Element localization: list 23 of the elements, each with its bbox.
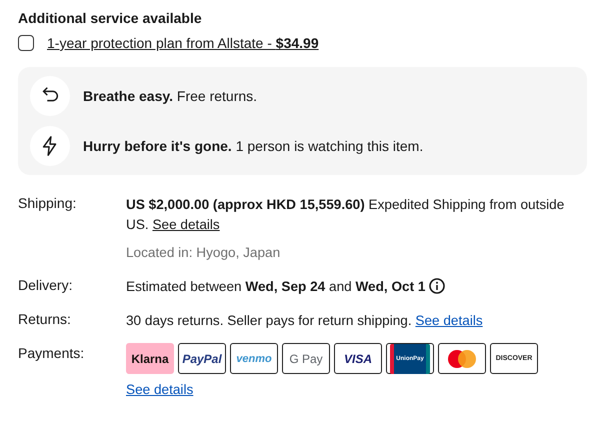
info-icon[interactable] <box>429 278 446 294</box>
payment-logo: G Pay <box>282 343 330 374</box>
detail-text: 30 days returns. Seller pays for return shipping. See details <box>126 312 484 330</box>
payment-logo: VISA <box>334 343 382 374</box>
section-title: Additional service available <box>18 10 203 26</box>
payment-logo: Klarna <box>126 343 174 374</box>
highlight-text: Breathe easy. Free returns. <box>83 88 258 104</box>
see-details-link[interactable]: See details <box>152 217 220 232</box>
detail-label: Delivery: <box>18 277 74 295</box>
payment-logo: PayPal <box>178 343 226 374</box>
detail-label: Shipping: <box>18 195 78 213</box>
payment-logo <box>438 343 486 374</box>
checkbox[interactable] <box>18 35 34 51</box>
detail-text: Estimated between Wed, Sep 24 and Wed, Oct 1 <box>126 277 587 297</box>
payment-logo: venmo <box>230 343 278 374</box>
see-details-link[interactable]: See details <box>126 380 194 400</box>
detail-label: Returns: <box>18 311 72 329</box>
detail-label: Payments: <box>18 345 86 363</box>
highlight-text: Hurry before it's gone. 1 person is watching this item. <box>83 138 424 154</box>
location-text: Located in: Hyogo, Japan <box>126 244 282 262</box>
detail-text: US $2,000.00 (approx HKD 15,559.60) Expedited Shipping from outside US. See details <box>126 196 566 234</box>
see-details-link[interactable]: See details <box>415 313 483 328</box>
protection-plan-link[interactable]: 1-year protection plan from Allstate - $34.99 <box>47 35 319 51</box>
